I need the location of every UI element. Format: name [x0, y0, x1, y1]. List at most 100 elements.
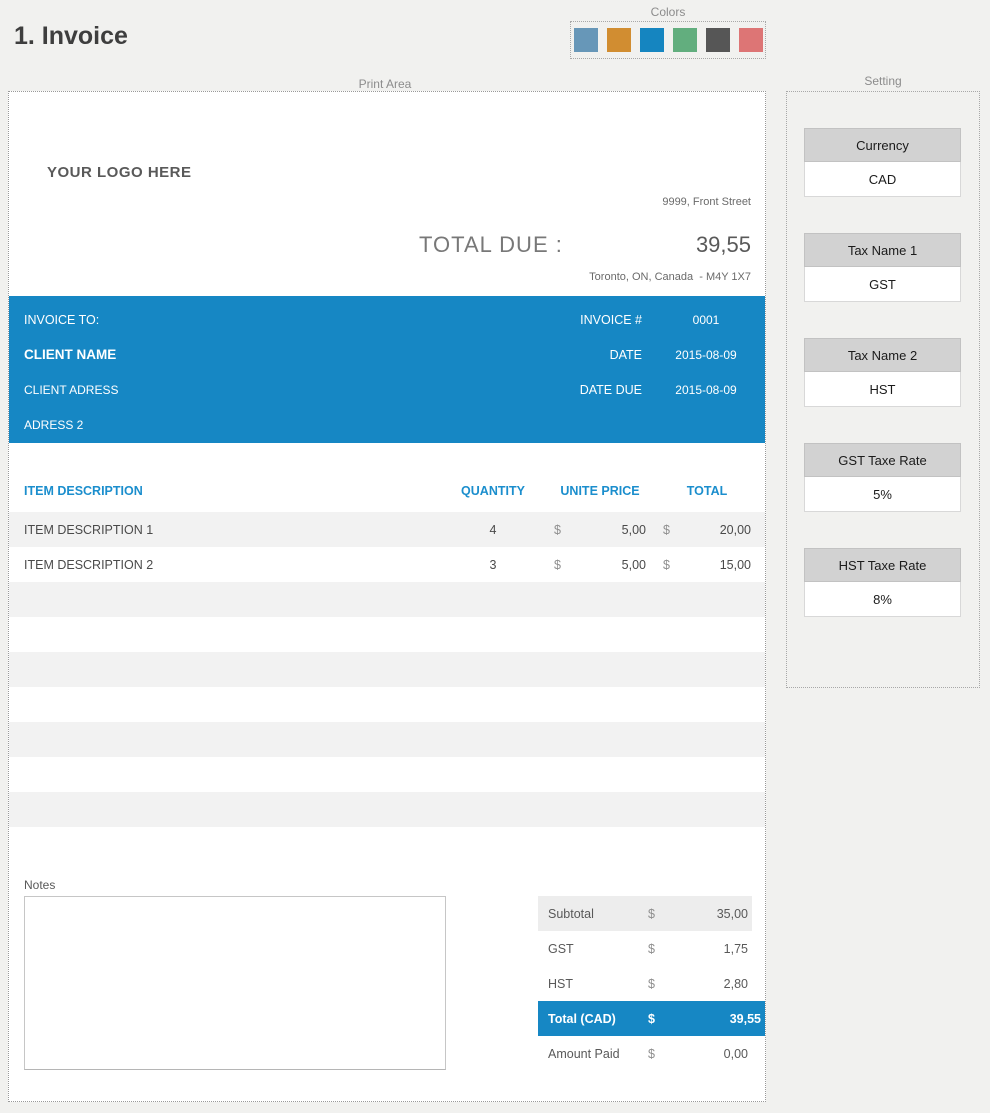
currency-symbol: $	[648, 1011, 655, 1026]
setting-gst-rate-label: GST Taxe Rate	[804, 443, 961, 477]
address-line-city: Toronto, ON, Canada - M4Y 1X7	[589, 271, 751, 283]
invoice-print-area: YOUR LOGO HERE 9999, Front Street Toront…	[8, 91, 766, 1102]
unit-price-value: 5,00	[621, 557, 646, 572]
logo-placeholder[interactable]: YOUR LOGO HERE	[47, 164, 192, 181]
items-table-body: ITEM DESCRIPTION 1 4 $ 5,00 $ 20,00 ITEM…	[9, 512, 765, 862]
item-unit-price-cell[interactable]: $ 5,00	[554, 558, 646, 572]
currency-symbol: $	[663, 522, 670, 537]
notes-input[interactable]	[24, 896, 446, 1070]
unit-price-value: 5,00	[621, 522, 646, 537]
amount-paid-label: Amount Paid	[548, 1046, 620, 1061]
header-total: TOTAL	[686, 484, 728, 498]
item-quantity-cell[interactable]: 4	[448, 523, 538, 537]
print-area-label: Print Area	[358, 77, 412, 91]
table-row-empty[interactable]	[9, 827, 765, 862]
table-row[interactable]: ITEM DESCRIPTION 1 4 $ 5,00 $ 20,00	[9, 512, 765, 547]
currency-symbol: $	[663, 557, 670, 572]
currency-symbol: $	[648, 1046, 655, 1061]
color-swatch-blue[interactable]	[639, 28, 664, 52]
currency-symbol: $	[554, 557, 561, 572]
setting-tax-name-1-value[interactable]: GST	[804, 267, 961, 302]
header-quantity: QUANTITY	[461, 484, 525, 498]
item-total-value: 15,00	[719, 557, 751, 572]
table-row[interactable]: ITEM DESCRIPTION 2 3 $ 5,00 $ 15,00	[9, 547, 765, 582]
setting-currency-value[interactable]: CAD	[804, 162, 961, 197]
notes-label: Notes	[24, 878, 56, 892]
table-row-empty[interactable]	[9, 582, 765, 617]
setting-tax-name-2: Tax Name 2 HST	[804, 338, 961, 407]
amount-paid-value[interactable]: 0,00	[662, 1047, 748, 1061]
currency-symbol: $	[648, 906, 655, 921]
total-due-value: 39,55	[695, 232, 751, 257]
table-row-empty[interactable]	[9, 722, 765, 757]
grand-total-row: Total (CAD) $ 39,55	[538, 1001, 765, 1036]
item-total-cell: $ 20,00	[663, 523, 751, 537]
invoice-number-value[interactable]: 0001	[660, 313, 752, 327]
setting-gst-rate: GST Taxe Rate 5%	[804, 443, 961, 512]
invoice-date-label: DATE	[609, 347, 642, 362]
invoice-date-due-value[interactable]: 2015-08-09	[660, 383, 752, 397]
amount-paid-row: Amount Paid $ 0,00	[538, 1036, 752, 1071]
hst-value: 2,80	[723, 976, 748, 991]
setting-hst-rate-value[interactable]: 8%	[804, 582, 961, 617]
color-swatch-salmon[interactable]	[738, 28, 763, 52]
setting-currency-label: Currency	[804, 128, 961, 162]
color-swatch-green[interactable]	[672, 28, 697, 52]
table-row-empty[interactable]	[9, 792, 765, 827]
total-due-row: TOTAL DUE : 39,55	[419, 232, 751, 258]
setting-tax-name-1-label: Tax Name 1	[804, 233, 961, 267]
table-row-empty[interactable]	[9, 617, 765, 652]
setting-tax-name-1: Tax Name 1 GST	[804, 233, 961, 302]
setting-gst-rate-value[interactable]: 5%	[804, 477, 961, 512]
invoice-number-row: INVOICE # 0001	[389, 302, 752, 337]
currency-symbol: $	[554, 522, 561, 537]
header-item-description: ITEM DESCRIPTION	[24, 484, 143, 498]
setting-tax-name-2-label: Tax Name 2	[804, 338, 961, 372]
invoice-number-label: INVOICE #	[580, 312, 642, 327]
color-swatch-dark-gray[interactable]	[705, 28, 730, 52]
setting-hst-rate: HST Taxe Rate 8%	[804, 548, 961, 617]
invoice-date-due-label: DATE DUE	[579, 382, 642, 397]
item-total-value: 20,00	[719, 522, 751, 537]
item-quantity-cell[interactable]: 3	[448, 558, 538, 572]
address-line-street: 9999, Front Street	[662, 196, 751, 208]
gst-label: GST	[548, 941, 574, 956]
page-title: 1. Invoice	[14, 22, 128, 50]
grand-total-value: 39,55	[729, 1011, 761, 1026]
subtotal-label: Subtotal	[548, 906, 594, 921]
client-address-field[interactable]: CLIENT ADRESS	[24, 372, 118, 407]
colors-panel-label: Colors	[650, 5, 686, 19]
item-unit-price-cell[interactable]: $ 5,00	[554, 523, 646, 537]
color-swatch-steel-blue[interactable]	[573, 28, 598, 52]
currency-symbol: $	[648, 976, 655, 991]
color-swatch-orange[interactable]	[606, 28, 631, 52]
invoice-date-value[interactable]: 2015-08-09	[660, 348, 752, 362]
item-description-cell[interactable]: ITEM DESCRIPTION 2	[9, 558, 448, 572]
currency-symbol: $	[648, 941, 655, 956]
invoice-to-label: INVOICE TO:	[24, 312, 100, 327]
totals-block: Subtotal $ 35,00 GST $ 1,75 HST $ 2,80 T…	[538, 896, 765, 1071]
setting-tax-name-2-value[interactable]: HST	[804, 372, 961, 407]
client-name-field[interactable]: CLIENT NAME	[24, 337, 118, 372]
item-total-cell: $ 15,00	[663, 558, 751, 572]
table-row-empty[interactable]	[9, 687, 765, 722]
item-description-cell[interactable]: ITEM DESCRIPTION 1	[9, 523, 448, 537]
hst-label: HST	[548, 976, 573, 991]
grand-total-label: Total (CAD)	[548, 1011, 616, 1026]
hst-row: HST $ 2,80	[538, 966, 752, 1001]
table-row-empty[interactable]	[9, 757, 765, 792]
invoice-date-row: DATE 2015-08-09	[389, 337, 752, 372]
setting-currency: Currency CAD	[804, 128, 961, 197]
client-address2-field[interactable]: ADRESS 2	[24, 407, 118, 442]
settings-panel-label: Setting	[864, 74, 902, 88]
total-due-label: TOTAL DUE :	[419, 232, 563, 257]
subtotal-row: Subtotal $ 35,00	[538, 896, 752, 931]
table-row-empty[interactable]	[9, 652, 765, 687]
subtotal-value: 35,00	[716, 906, 748, 921]
settings-panel: Currency CAD Tax Name 1 GST Tax Name 2 H…	[786, 91, 980, 688]
client-info-block: INVOICE TO: CLIENT NAME CLIENT ADRESS AD…	[9, 296, 765, 443]
gst-row: GST $ 1,75	[538, 931, 752, 966]
colors-panel	[570, 21, 766, 59]
client-details: INVOICE TO: CLIENT NAME CLIENT ADRESS AD…	[24, 302, 118, 442]
header-unit-price: UNITE PRICE	[560, 484, 640, 498]
